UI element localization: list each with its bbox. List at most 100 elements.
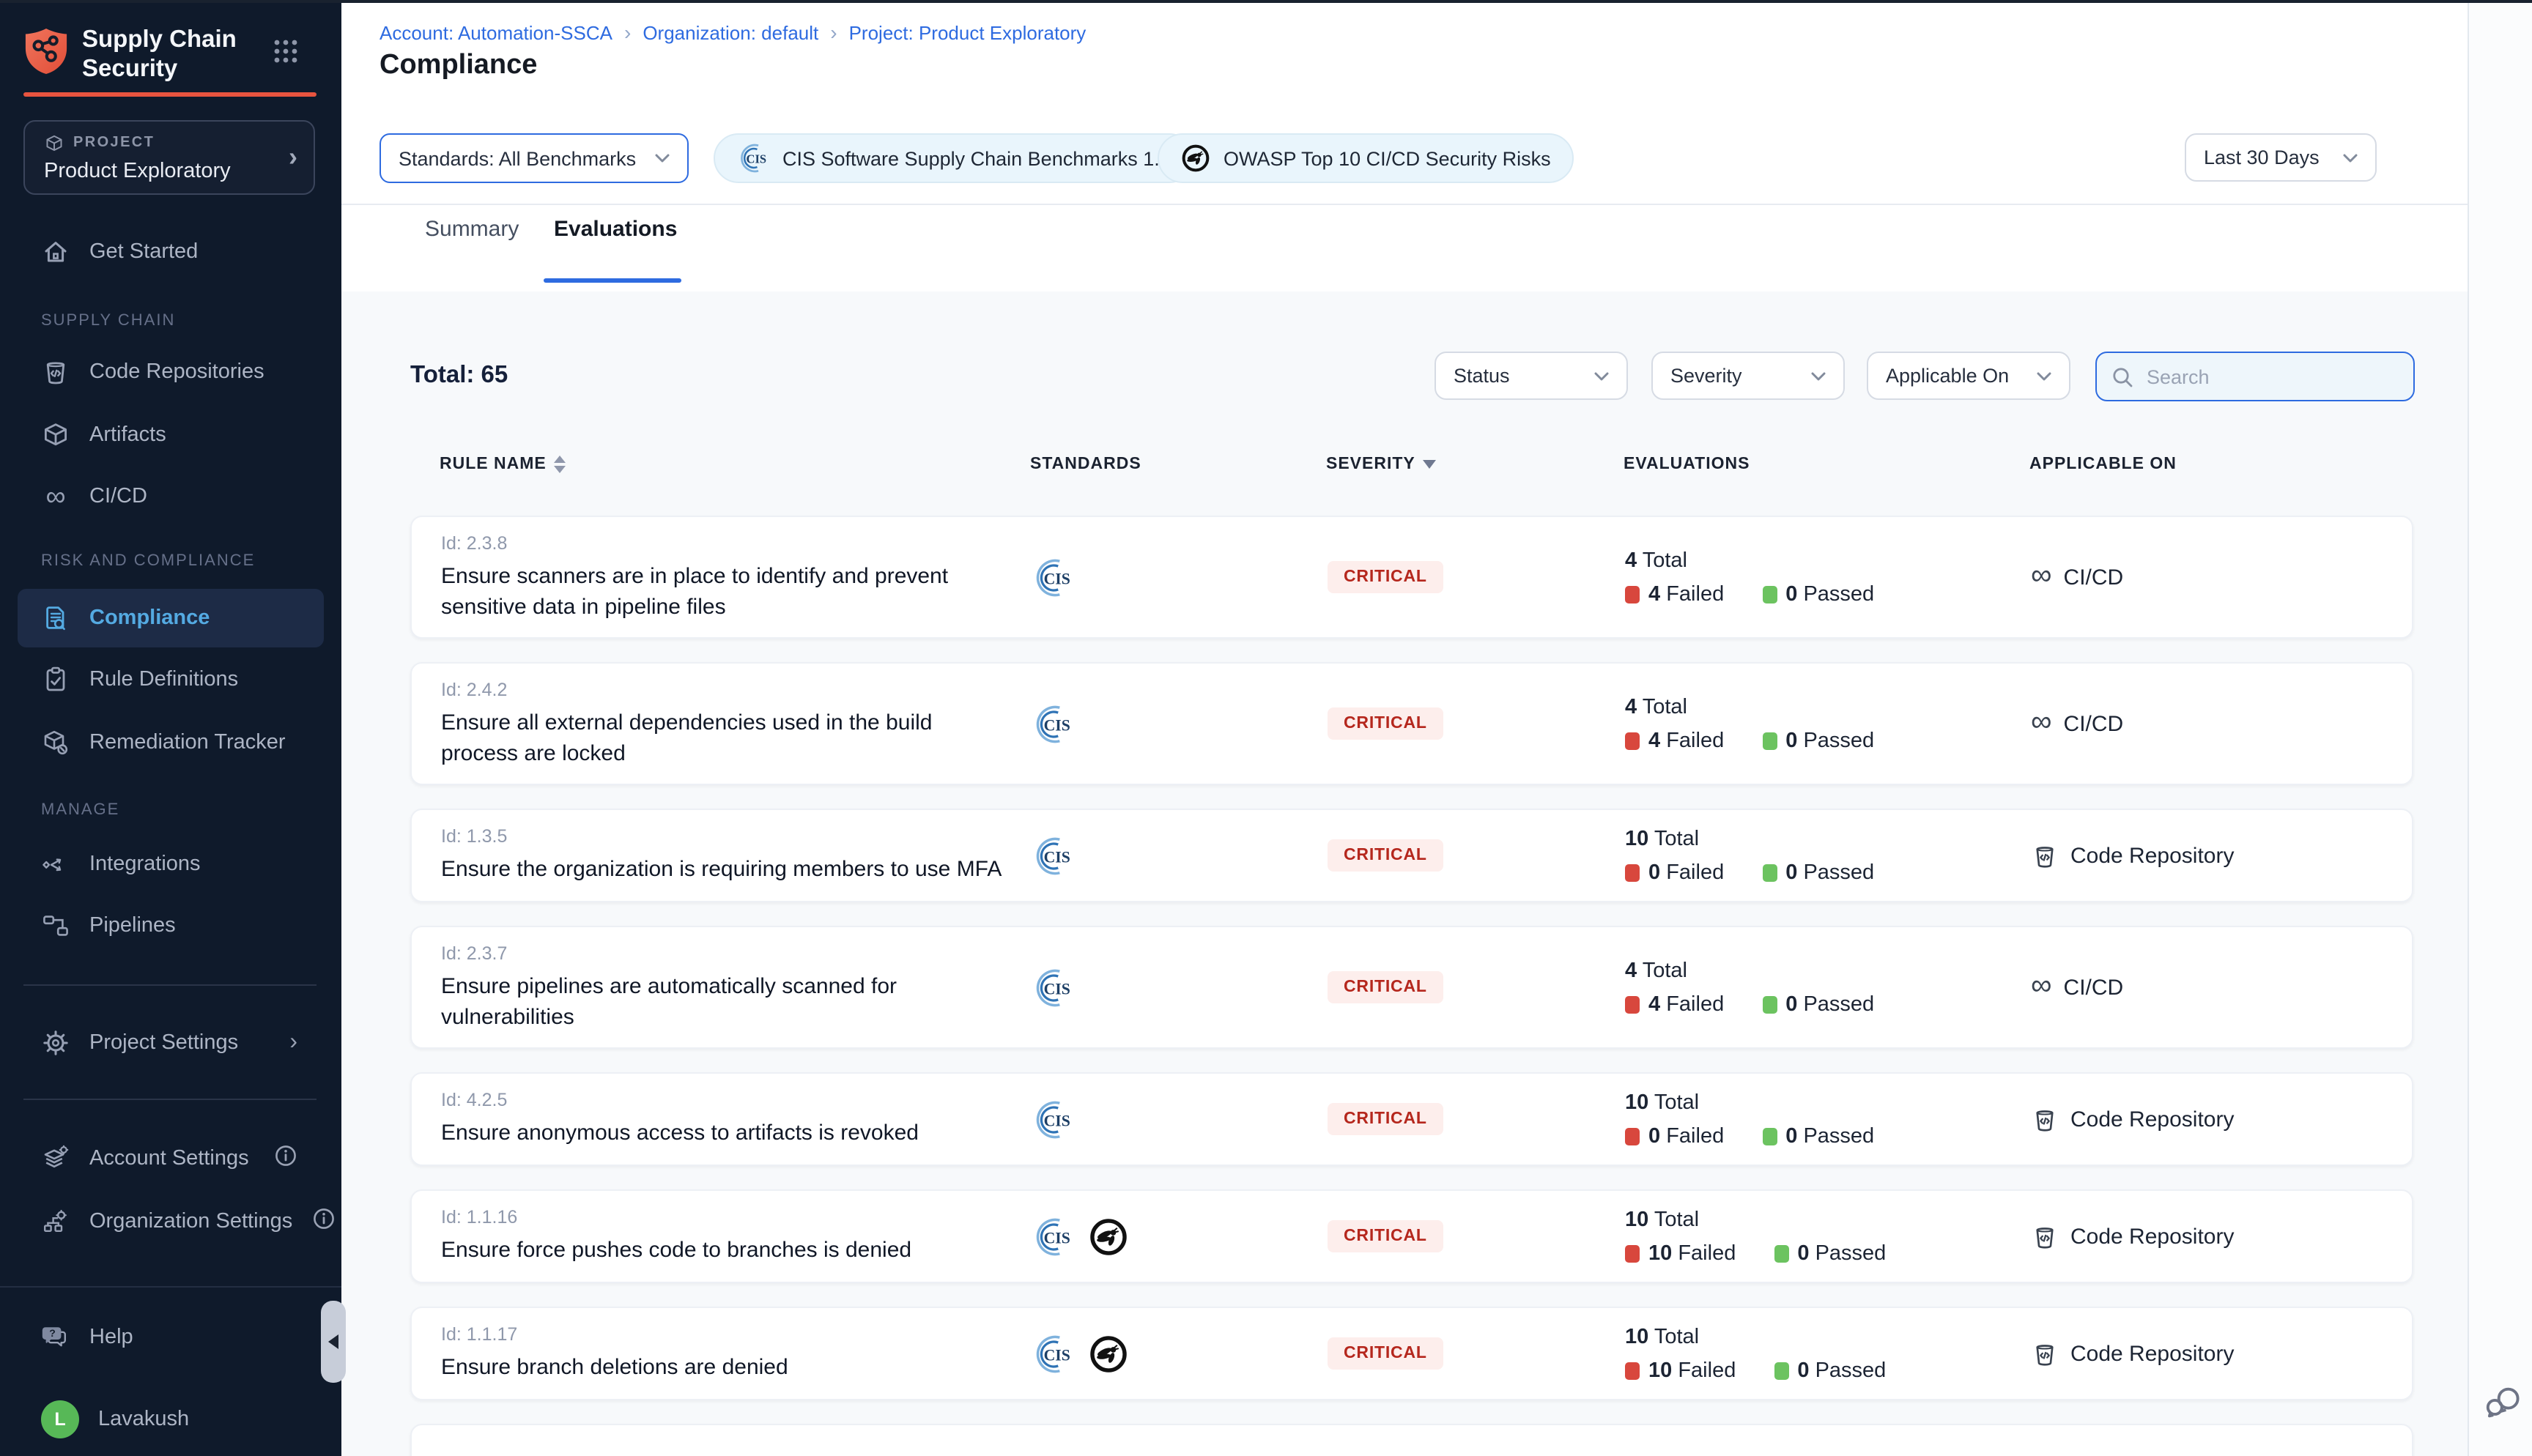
rule-id: Id: 4.2.5 — [441, 1090, 1020, 1110]
standards-cell — [1032, 1191, 1128, 1282]
breadcrumb-organization[interactable]: Organization: default — [643, 21, 818, 43]
applicable-on-cell: ∞ CI/CD — [2031, 517, 2123, 637]
sidebar-item-remediation-tracker[interactable]: Remediation Tracker — [23, 713, 312, 772]
cis-standard-icon — [1032, 1332, 1074, 1375]
chevron-down-icon — [655, 154, 670, 163]
owasp-standard-icon — [1089, 1334, 1128, 1373]
sidebar-item-pipelines[interactable]: Pipelines — [23, 896, 312, 955]
cis-standard-icon — [1032, 834, 1074, 877]
infinity-icon: ∞ — [41, 482, 70, 511]
sidebar-item-account-settings[interactable]: Account Settings — [23, 1129, 312, 1188]
status-filter-select[interactable]: Status — [1435, 352, 1628, 400]
severity-badge: CRITICAL — [1328, 1220, 1443, 1252]
avatar: L — [41, 1400, 79, 1438]
sidebar-item-artifacts[interactable]: Artifacts — [23, 406, 312, 464]
table-row[interactable]: Id: 1.3.5 Ensure the organization is req… — [410, 809, 2413, 902]
sidebar-item-organization-settings[interactable]: Organization Settings — [23, 1192, 312, 1251]
passed-indicator — [1762, 863, 1777, 881]
sidebar-item-help[interactable]: Help — [23, 1308, 312, 1367]
sidebar-item-rule-definitions[interactable]: Rule Definitions — [23, 650, 312, 709]
passed-indicator — [1774, 1244, 1788, 1262]
help-chat-icon — [41, 1323, 70, 1352]
table-row[interactable]: Id: 1.1.17 Ensure branch deletions are d… — [410, 1307, 2413, 1400]
sidebar-section-supply-chain: SUPPLY CHAIN — [41, 312, 175, 330]
passed-indicator — [1762, 995, 1777, 1013]
cis-logo-icon — [737, 142, 769, 174]
sidebar-item-compliance[interactable]: Compliance — [18, 589, 324, 647]
sidebar-item-integrations[interactable]: Integrations — [23, 835, 312, 894]
column-header-evaluations: EVALUATIONS — [1624, 456, 1750, 473]
sidebar-item-code-repositories[interactable]: Code Repositories — [23, 343, 312, 401]
project-switcher[interactable]: PROJECT Product Exploratory › — [23, 120, 315, 195]
pipelines-workflow-icon — [41, 911, 70, 940]
severity-filter-select[interactable]: Severity — [1651, 352, 1845, 400]
evaluations-cell: 10 Total 10 Failed 0 Passed — [1625, 1308, 1924, 1399]
table-row[interactable]: Id: 1.1.16 Ensure force pushes code to b… — [410, 1189, 2413, 1283]
chevron-right-icon: › — [624, 21, 631, 44]
app-switcher-grid-icon[interactable] — [273, 38, 299, 64]
sidebar-footer-border — [0, 1286, 341, 1288]
severity-cell: CRITICAL — [1328, 517, 1443, 637]
evaluations-cell: 10 Total 0 Failed 0 Passed — [1625, 1074, 1912, 1165]
severity-cell: CRITICAL — [1328, 1191, 1443, 1282]
info-icon[interactable] — [274, 1143, 297, 1174]
applicable-on-filter-select[interactable]: Applicable On — [1867, 352, 2070, 400]
rule-name: Ensure pipelines are automatically scann… — [441, 970, 1005, 1032]
rule-cell: Id: 1.1.17 Ensure branch deletions are d… — [441, 1308, 1020, 1399]
cis-standard-icon — [1032, 702, 1074, 745]
applicable-on-cell: ∞ Code Repository — [2031, 1191, 2234, 1282]
column-header-applicable-on: APPLICABLE ON — [2029, 456, 2177, 473]
rule-name: Ensure all external dependencies used in… — [441, 707, 1005, 768]
tab-evaluations[interactable]: Evaluations — [554, 217, 677, 242]
code-repository-icon — [2031, 842, 2059, 869]
page-title: Compliance — [380, 50, 537, 82]
chevron-down-icon — [2037, 371, 2051, 380]
sort-desc-icon[interactable] — [1423, 460, 1436, 469]
column-header-rule-name[interactable]: RULE NAME — [440, 456, 566, 473]
severity-cell: CRITICAL — [1328, 1074, 1443, 1165]
sidebar-collapse-handle[interactable] — [321, 1301, 346, 1383]
rule-name: Ensure branch deletions are denied — [441, 1352, 1005, 1383]
table-row-partial[interactable] — [410, 1424, 2413, 1456]
standards-cell — [1032, 927, 1074, 1047]
sidebar-item-cicd[interactable]: ∞ CI/CD — [23, 467, 312, 526]
tab-summary[interactable]: Summary — [425, 217, 519, 242]
project-name: Product Exploratory — [44, 160, 231, 183]
time-range-select[interactable]: Last 30 Days — [2185, 133, 2377, 182]
severity-badge: CRITICAL — [1328, 561, 1443, 593]
search-box[interactable] — [2095, 352, 2415, 401]
table-row[interactable]: Id: 4.2.5 Ensure anonymous access to art… — [410, 1072, 2413, 1166]
search-input[interactable] — [2144, 364, 2399, 389]
sidebar-item-project-settings[interactable]: Project Settings › — [23, 1014, 312, 1072]
brand-divider — [23, 92, 316, 96]
rule-cell: Id: 2.3.8 Ensure scanners are in place t… — [441, 517, 1020, 637]
support-chat-icon[interactable] — [2482, 1383, 2522, 1422]
app-logo-shield-icon — [23, 26, 69, 76]
sidebar-item-get-started[interactable]: Get Started — [23, 223, 312, 281]
right-gutter — [2468, 0, 2532, 1456]
sidebar: Supply ChainSecurity PROJECT Product Exp… — [0, 0, 341, 1456]
gear-icon — [41, 1028, 70, 1058]
sidebar-divider — [23, 984, 316, 986]
chevron-left-icon — [328, 1334, 338, 1349]
rule-name: Ensure the organization is requiring mem… — [441, 854, 1005, 885]
standards-filter-select[interactable]: Standards: All Benchmarks — [380, 133, 689, 183]
breadcrumb-project[interactable]: Project: Product Exploratory — [849, 21, 1087, 43]
standard-chip-owasp[interactable]: OWASP Top 10 CI/CD Security Risks — [1158, 133, 1574, 183]
failed-indicator — [1625, 863, 1640, 881]
chevron-down-icon — [1811, 371, 1826, 380]
rule-id: Id: 1.1.16 — [441, 1207, 1020, 1227]
table-row[interactable]: Id: 2.3.8 Ensure scanners are in place t… — [410, 516, 2413, 639]
table-row[interactable]: Id: 2.3.7 Ensure pipelines are automatic… — [410, 926, 2413, 1049]
chevron-down-icon — [2343, 153, 2358, 162]
remediation-box-wrench-icon — [41, 728, 70, 757]
standard-chip-cis[interactable]: CIS Software Supply Chain Benchmarks 1.0 — [714, 133, 1194, 183]
sort-icon[interactable] — [554, 456, 566, 473]
column-header-severity[interactable]: SEVERITY — [1326, 456, 1436, 473]
info-icon[interactable] — [311, 1206, 335, 1237]
sidebar-user[interactable]: L Lavakush — [23, 1390, 312, 1449]
breadcrumb-account[interactable]: Account: Automation-SSCA — [380, 21, 612, 43]
failed-indicator — [1625, 585, 1640, 603]
table-row[interactable]: Id: 2.4.2 Ensure all external dependenci… — [410, 662, 2413, 785]
integrations-share-icon — [41, 850, 70, 879]
